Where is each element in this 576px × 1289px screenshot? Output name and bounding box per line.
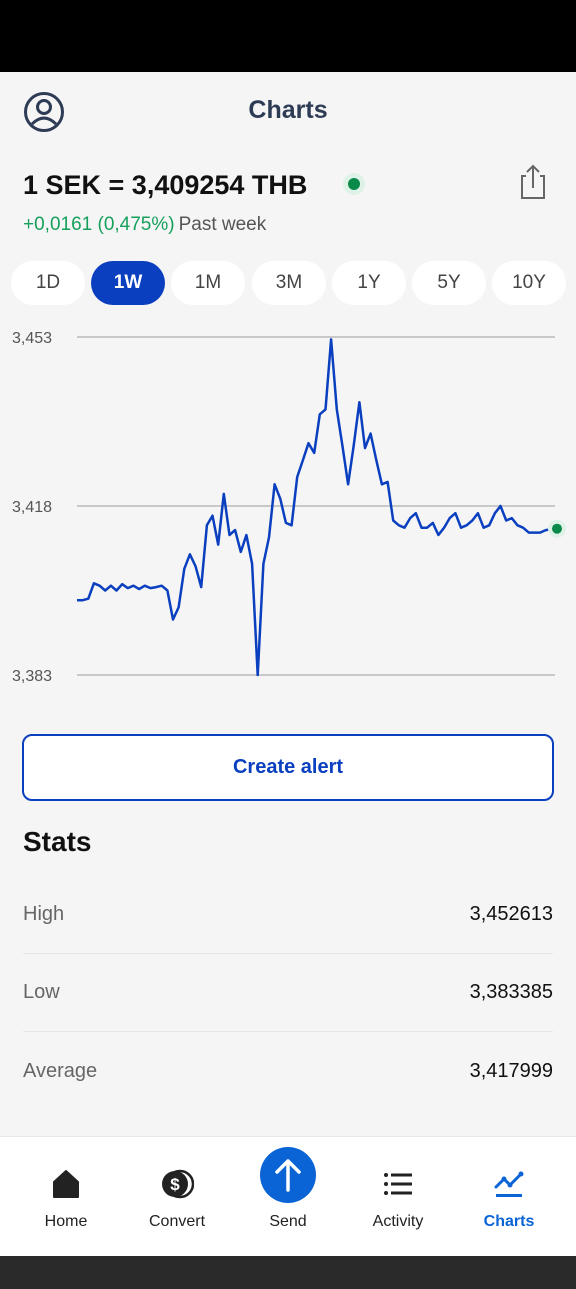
rate-series-line — [77, 338, 558, 677]
convert-icon: $ — [162, 1169, 194, 1199]
nav-activity[interactable]: Activity — [343, 1137, 453, 1257]
stats-title: Stats — [23, 826, 92, 857]
change-value: +0,0161 (0,475%) — [23, 214, 175, 235]
range-tab-1y[interactable]: 1Y — [332, 261, 406, 305]
rate-chart[interactable]: 3,453 3,418 3,383 — [0, 318, 576, 698]
svg-text:$: $ — [170, 1175, 180, 1194]
stat-value: 3,452613 — [469, 903, 553, 925]
share-icon — [521, 164, 545, 199]
stat-label: High — [23, 903, 65, 925]
create-alert-button[interactable]: Create alert — [22, 734, 554, 801]
range-tab-1m[interactable]: 1M — [171, 261, 245, 305]
bottom-nav: Home $ Convert Send Activity Charts — [0, 1136, 576, 1256]
status-bar — [0, 0, 576, 72]
nav-label: Send — [269, 1213, 307, 1230]
nav-home[interactable]: Home — [11, 1137, 121, 1257]
home-icon — [53, 1170, 79, 1198]
share-button[interactable] — [512, 162, 552, 202]
send-button-circle — [260, 1147, 316, 1203]
stats-list: High 3,452613 Low 3,383385 Average 3,417… — [23, 876, 553, 1110]
stat-row-average: Average 3,417999 — [23, 1032, 553, 1110]
range-selector: 1D 1W 1M 3M 1Y 5Y 10Y — [11, 261, 567, 305]
page-title: Charts — [248, 96, 328, 124]
nav-send[interactable]: Send — [233, 1137, 343, 1257]
nav-label: Charts — [483, 1213, 535, 1230]
nav-convert[interactable]: $ Convert — [122, 1137, 232, 1257]
change-period: Past week — [178, 214, 267, 235]
rate-change: +0,0161 (0,475%) Past week — [23, 214, 266, 236]
activity-icon — [384, 1173, 412, 1195]
y-tick-label: 3,418 — [12, 499, 52, 516]
stat-row-high: High 3,452613 — [23, 876, 553, 954]
y-tick-label: 3,383 — [12, 668, 52, 685]
exchange-rate: 1 SEK = 3,409254 THB — [23, 170, 308, 200]
stat-value: 3,417999 — [469, 1059, 553, 1082]
nav-label: Convert — [148, 1213, 206, 1230]
nav-label: Activity — [372, 1213, 424, 1230]
stat-label: Low — [23, 981, 60, 1003]
send-icon — [275, 1159, 301, 1192]
range-tab-5y[interactable]: 5Y — [412, 261, 486, 305]
stat-label: Average — [23, 1059, 98, 1082]
range-tab-1w[interactable]: 1W — [91, 261, 165, 305]
stat-value: 3,383385 — [469, 981, 553, 1003]
nav-charts[interactable]: Charts — [454, 1137, 564, 1257]
header: Charts — [0, 72, 576, 148]
chart-svg: 3,453 3,418 3,383 — [12, 330, 566, 685]
nav-label: Home — [44, 1213, 88, 1230]
range-tab-10y[interactable]: 10Y — [492, 261, 566, 305]
charts-icon — [494, 1171, 524, 1197]
range-tab-1d[interactable]: 1D — [11, 261, 85, 305]
stat-row-low: Low 3,383385 — [23, 954, 553, 1032]
live-indicator — [343, 173, 365, 195]
last-point-marker — [552, 523, 562, 534]
range-tab-3m[interactable]: 3M — [252, 261, 326, 305]
system-nav-bar — [0, 1256, 576, 1289]
y-tick-label: 3,453 — [12, 330, 52, 347]
